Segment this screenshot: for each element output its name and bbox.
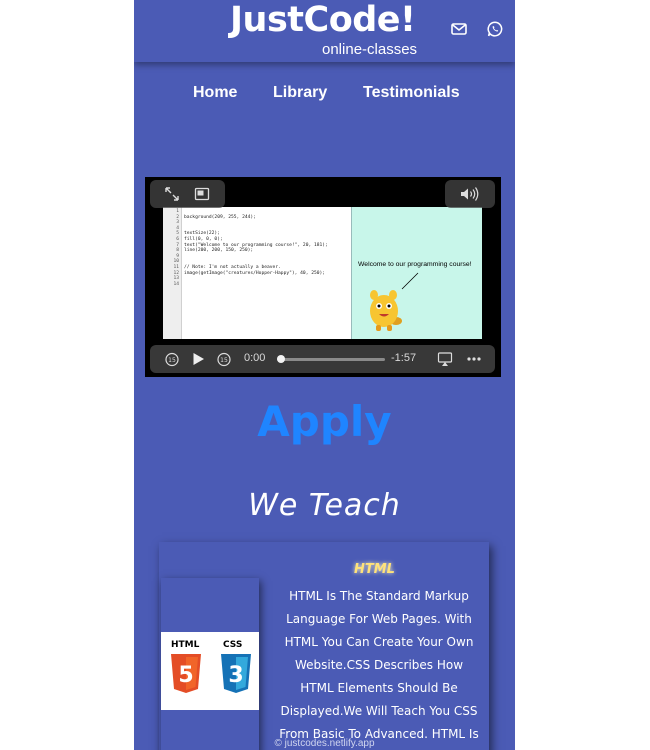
current-time: 0:00: [244, 352, 266, 364]
main-nav: Home Library Testimonials: [134, 84, 515, 106]
video-top-left-controls: [150, 180, 225, 208]
site-url: © justcodes.netlify.app: [274, 738, 375, 749]
svg-text:15: 15: [168, 357, 176, 364]
airplay-icon[interactable]: [437, 351, 453, 367]
apply-button[interactable]: Apply: [134, 397, 515, 446]
html-logo-label: HTML: [171, 640, 200, 650]
expand-icon[interactable]: [164, 186, 180, 202]
course-card: HTML CSS 5 3 HTML HTML Is The Standard M…: [159, 542, 489, 750]
svg-text:3: 3: [228, 663, 243, 688]
brand-tagline: online-classes: [322, 41, 418, 58]
course-card-image-panel: HTML CSS 5 3: [161, 578, 259, 750]
video-top-right-controls: [445, 180, 495, 208]
css-logo-label: CSS: [223, 640, 243, 650]
play-icon[interactable]: [190, 351, 206, 367]
progress-scrubber[interactable]: [277, 355, 385, 363]
video-player[interactable]: 1 2 3 4 5 6 7 8 9 10 11 12 13 14 backgro…: [145, 177, 501, 377]
nav-library[interactable]: Library: [273, 84, 327, 102]
brand-logo[interactable]: JustCode!: [230, 0, 416, 40]
site-header: JustCode! online-classes: [134, 0, 515, 62]
remaining-time: -1:57: [391, 352, 417, 364]
svg-text:5: 5: [178, 663, 193, 688]
video-control-bar: 15 15 0:00 -1:57: [150, 345, 495, 373]
video-frame: 1 2 3 4 5 6 7 8 9 10 11 12 13 14 backgro…: [163, 207, 482, 339]
volume-icon[interactable]: [459, 186, 481, 202]
hopper-creature-image: [370, 290, 402, 331]
code-editor-text: background(209, 255, 244); textSize(22);…: [184, 214, 328, 276]
course-title: HTML: [354, 562, 395, 577]
nav-testimonials[interactable]: Testimonials: [363, 84, 460, 102]
picture-in-picture-icon[interactable]: [194, 186, 210, 202]
css3-shield-icon: 3: [221, 654, 251, 693]
code-preview: Welcome to our programming course!: [351, 207, 482, 339]
more-icon[interactable]: [466, 351, 482, 367]
nav-home[interactable]: Home: [193, 84, 237, 102]
scrubber-knob[interactable]: [277, 355, 285, 363]
html5-shield-icon: 5: [171, 654, 201, 693]
html-css-logo-image: HTML CSS 5 3: [161, 632, 259, 710]
svg-text:15: 15: [220, 357, 228, 364]
we-teach-heading: We Teach: [248, 488, 401, 523]
skip-back-15-icon[interactable]: 15: [164, 351, 180, 367]
preview-text: Welcome to our programming course!: [358, 261, 472, 268]
page: JustCode! online-classes Home Library Te…: [134, 0, 515, 750]
mail-icon[interactable]: [450, 20, 468, 38]
code-line-numbers: 1 2 3 4 5 6 7 8 9 10 11 12 13 14: [163, 207, 182, 339]
course-description: HTML Is The Standard Markup Language For…: [279, 589, 479, 741]
whatsapp-icon[interactable]: [486, 20, 504, 38]
skip-forward-15-icon[interactable]: 15: [216, 351, 232, 367]
